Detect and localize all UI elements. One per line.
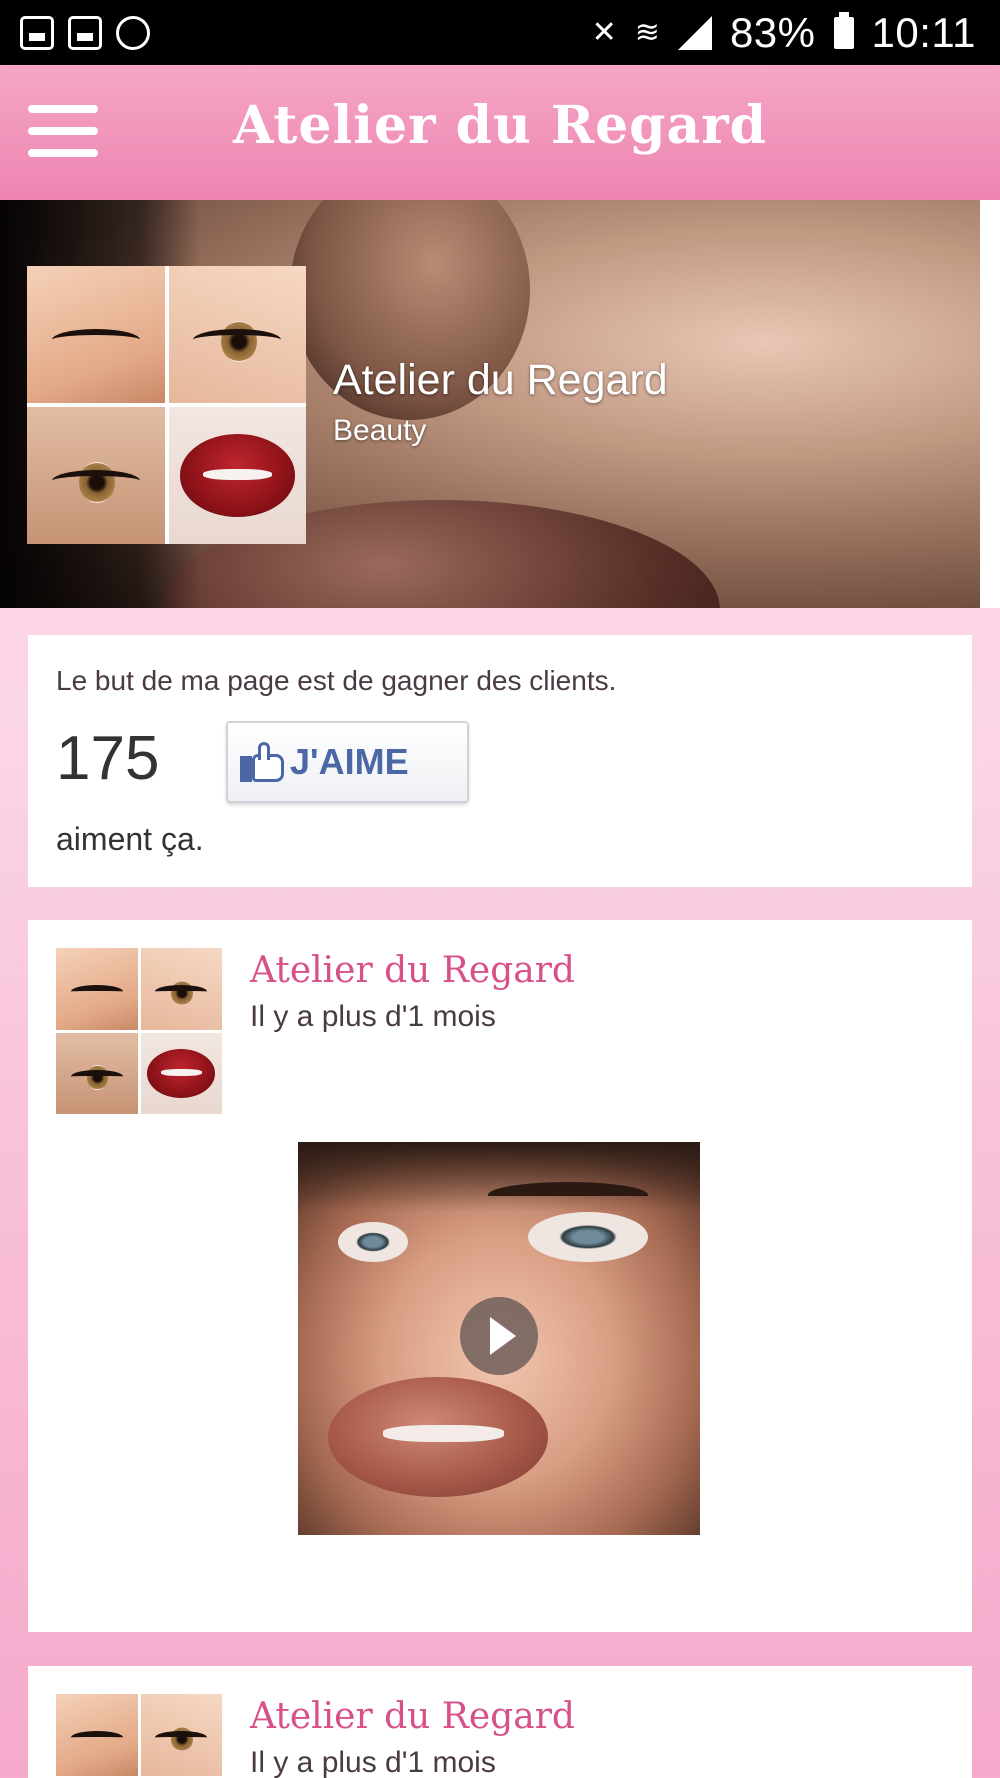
page-name: Atelier du Regard xyxy=(333,356,668,404)
about-text: Le but de ma page est de gagner des clie… xyxy=(56,665,617,696)
signal-icon xyxy=(677,15,712,50)
eye-image xyxy=(27,266,165,403)
eye-image xyxy=(168,266,306,403)
post-card: Atelier du Regard Il y a plus d'1 mois xyxy=(28,1666,972,1778)
page-category: Beauty xyxy=(333,414,427,447)
app-bar: Atelier du Regard xyxy=(0,65,1000,200)
sync-icon xyxy=(116,15,150,50)
wifi-icon: ≋ xyxy=(634,16,660,49)
thumbs-up-icon xyxy=(240,742,286,782)
post-author[interactable]: Atelier du Regard xyxy=(250,950,575,991)
lips-image xyxy=(168,407,306,544)
like-suffix: aiment ça. xyxy=(56,821,204,857)
battery-icon xyxy=(833,11,854,49)
play-icon[interactable] xyxy=(460,1297,538,1375)
avatar[interactable] xyxy=(56,948,222,1114)
post-card: Atelier du Regard Il y a plus d'1 mois xyxy=(28,920,972,1632)
battery-percent: 83% xyxy=(729,8,816,56)
eye-image xyxy=(27,407,165,544)
gallery-icon xyxy=(20,15,54,50)
like-button-label: J'AIME xyxy=(290,741,409,782)
app-title: Atelier du Regard xyxy=(232,95,767,156)
like-count: 175 xyxy=(56,724,160,793)
like-button[interactable]: J'AIME xyxy=(226,721,469,803)
cover-photo: Atelier du Regard Beauty xyxy=(0,200,980,608)
post-timestamp: Il y a plus d'1 mois xyxy=(250,1746,496,1778)
status-bar: ✕ ≋ 83% 10:11 xyxy=(0,0,1000,65)
clock: 10:11 xyxy=(871,8,976,56)
about-card: Le but de ma page est de gagner des clie… xyxy=(28,635,972,887)
video-thumbnail[interactable] xyxy=(298,1142,700,1535)
gmail-icon xyxy=(68,15,102,50)
notification-icons xyxy=(20,15,150,50)
mute-icon: ✕ xyxy=(591,16,617,49)
avatar[interactable] xyxy=(56,1694,222,1778)
post-author[interactable]: Atelier du Regard xyxy=(250,1696,575,1737)
system-icons: ✕ ≋ 83% 10:11 xyxy=(592,9,976,57)
profile-picture[interactable] xyxy=(27,266,306,544)
post-timestamp: Il y a plus d'1 mois xyxy=(250,1000,496,1033)
